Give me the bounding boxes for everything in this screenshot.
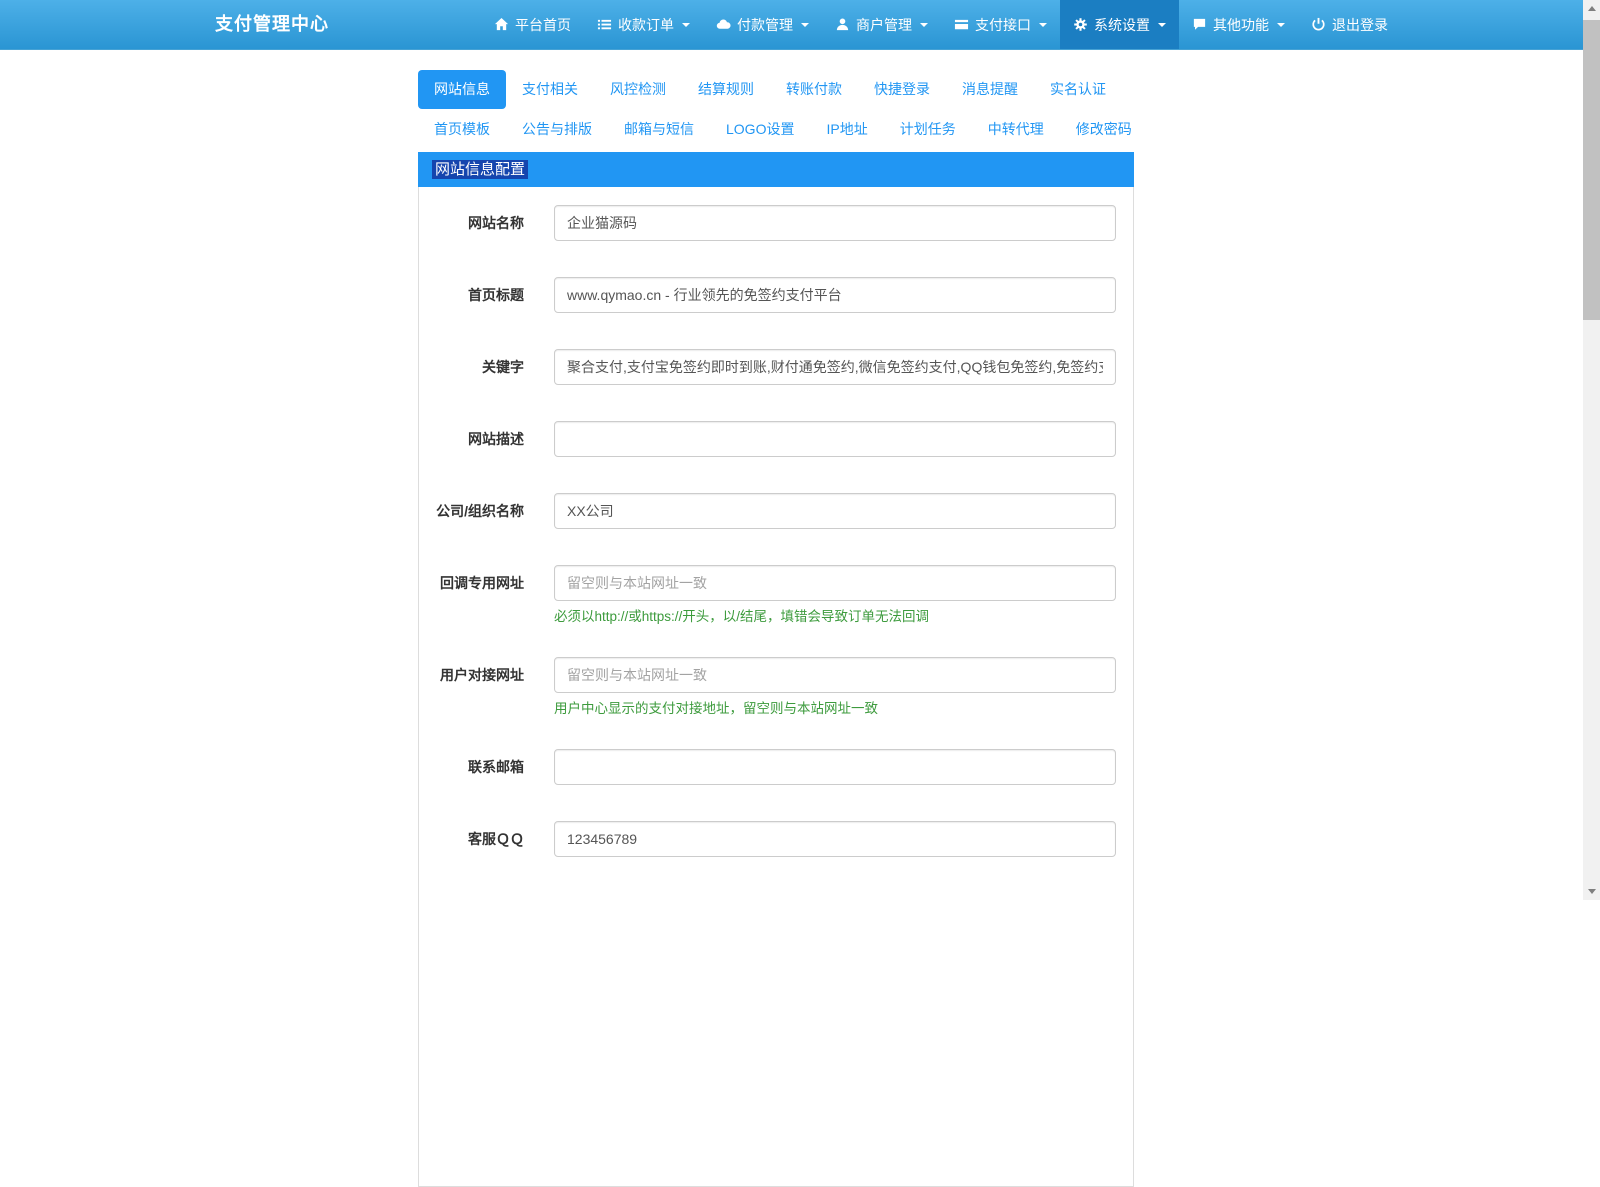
text-input[interactable] — [554, 657, 1116, 693]
caret-down-icon — [1158, 22, 1166, 27]
field-label: 网站名称 — [468, 215, 524, 231]
caret-down-icon — [801, 22, 809, 27]
scrollbar-up-button[interactable] — [1583, 0, 1600, 17]
nav-item[interactable]: 支付接口 — [941, 0, 1060, 49]
tab[interactable]: 公告与排版 — [506, 110, 608, 149]
form-row: 客服ＱＱ — [419, 821, 1133, 857]
field-label: 公司/组织名称 — [436, 503, 524, 519]
site-info-panel: 网站信息配置 网站名称 首页标题 — [418, 152, 1134, 1187]
nav-item[interactable]: 平台首页 — [481, 0, 584, 49]
text-input[interactable] — [554, 277, 1116, 313]
credit-card-icon — [954, 17, 969, 32]
panel-body: 网站名称 首页标题 关键字 — [418, 187, 1134, 1187]
main-nav: 平台首页 收款订单 付款管理 商户管理 支付接口 系统设置 其他功能 退出登录 — [481, 0, 1401, 49]
tab[interactable]: IP地址 — [810, 110, 883, 149]
tab[interactable]: 中转代理 — [972, 110, 1060, 149]
settings-tabs-row1: 网站信息 支付相关 风控检测 结算规则 转账付款 快捷登录 消息提醒 实名认证 — [418, 70, 1134, 109]
gear-icon — [1073, 17, 1088, 32]
tab[interactable]: 实名认证 — [1034, 70, 1122, 109]
settings-tabs-row2: 首页模板 公告与排版 邮箱与短信 LOGO设置 IP地址 计划任务 中转代理 修… — [418, 110, 1134, 149]
tab[interactable]: 消息提醒 — [946, 70, 1034, 109]
scrollbar-thumb[interactable] — [1583, 20, 1600, 320]
nav-item[interactable]: 付款管理 — [703, 0, 822, 49]
form-row: 关键字 — [419, 349, 1133, 385]
text-input[interactable] — [554, 205, 1116, 241]
nav-item[interactable]: 退出登录 — [1298, 0, 1401, 49]
caret-down-icon — [1277, 22, 1285, 27]
nav-item[interactable]: 其他功能 — [1179, 0, 1298, 49]
home-icon — [494, 17, 509, 32]
power-icon — [1311, 17, 1326, 32]
panel-header: 网站信息配置 — [418, 152, 1134, 187]
form-row: 网站名称 — [419, 205, 1133, 241]
text-input[interactable] — [554, 493, 1116, 529]
field-help-text: 用户中心显示的支付对接地址，留空则与本站网址一致 — [554, 701, 878, 716]
browser-scrollbar[interactable] — [1583, 0, 1600, 900]
text-input[interactable] — [554, 421, 1116, 457]
field-label: 客服ＱＱ — [468, 831, 524, 847]
tab[interactable]: 支付相关 — [506, 70, 594, 109]
field-label: 关键字 — [482, 359, 524, 375]
text-input[interactable] — [554, 349, 1116, 385]
tab[interactable]: 风控检测 — [594, 70, 682, 109]
scroll-down-arrow-icon — [1587, 889, 1596, 894]
scroll-up-arrow-icon — [1587, 6, 1596, 11]
form-row: 用户对接网址 用户中心显示的支付对接地址，留空则与本站网址一致 — [419, 657, 1133, 716]
form-row: 回调专用网址 必须以http://或https://开头，以/结尾，填错会导致订… — [419, 565, 1133, 624]
caret-down-icon — [1039, 22, 1047, 27]
tab[interactable]: 转账付款 — [770, 70, 858, 109]
form-row: 网站描述 — [419, 421, 1133, 457]
caret-down-icon — [682, 22, 690, 27]
field-label: 网站描述 — [468, 431, 524, 447]
field-label: 用户对接网址 — [440, 667, 524, 683]
tab[interactable]: 计划任务 — [884, 110, 972, 149]
form-row: 公司/组织名称 — [419, 493, 1133, 529]
text-input[interactable] — [554, 565, 1116, 601]
caret-down-icon — [920, 22, 928, 27]
tab[interactable]: 修改密码 — [1060, 110, 1148, 149]
field-label: 首页标题 — [468, 287, 524, 303]
field-help-text: 必须以http://或https://开头，以/结尾，填错会导致订单无法回调 — [554, 609, 930, 624]
tab[interactable]: 网站信息 — [418, 70, 506, 109]
cloud-icon — [716, 17, 731, 32]
top-navbar: 支付管理中心 平台首页 收款订单 付款管理 商户管理 支付接口 系统设置 其他功… — [0, 0, 1600, 50]
list-icon — [597, 17, 612, 32]
nav-item[interactable]: 商户管理 — [822, 0, 941, 49]
nav-item[interactable]: 系统设置 — [1060, 0, 1179, 49]
field-label: 回调专用网址 — [440, 575, 524, 591]
tab[interactable]: 结算规则 — [682, 70, 770, 109]
comment-icon — [1192, 17, 1207, 32]
field-label: 联系邮箱 — [468, 759, 524, 775]
tab[interactable]: 快捷登录 — [858, 70, 946, 109]
form-row: 联系邮箱 — [419, 749, 1133, 785]
settings-content: 网站信息 支付相关 风控检测 结算规则 转账付款 快捷登录 消息提醒 实名认证 … — [418, 70, 1134, 1187]
text-input[interactable] — [554, 821, 1116, 857]
user-icon — [835, 17, 850, 32]
tab[interactable]: LOGO设置 — [710, 110, 810, 149]
panel-title: 网站信息配置 — [432, 160, 529, 179]
nav-item[interactable]: 收款订单 — [584, 0, 703, 49]
scrollbar-down-button[interactable] — [1583, 883, 1600, 900]
tab[interactable]: 邮箱与短信 — [608, 110, 710, 149]
text-input[interactable] — [554, 749, 1116, 785]
app-title: 支付管理中心 — [215, 14, 329, 34]
tab[interactable]: 首页模板 — [418, 110, 506, 149]
form-row: 首页标题 — [419, 277, 1133, 313]
